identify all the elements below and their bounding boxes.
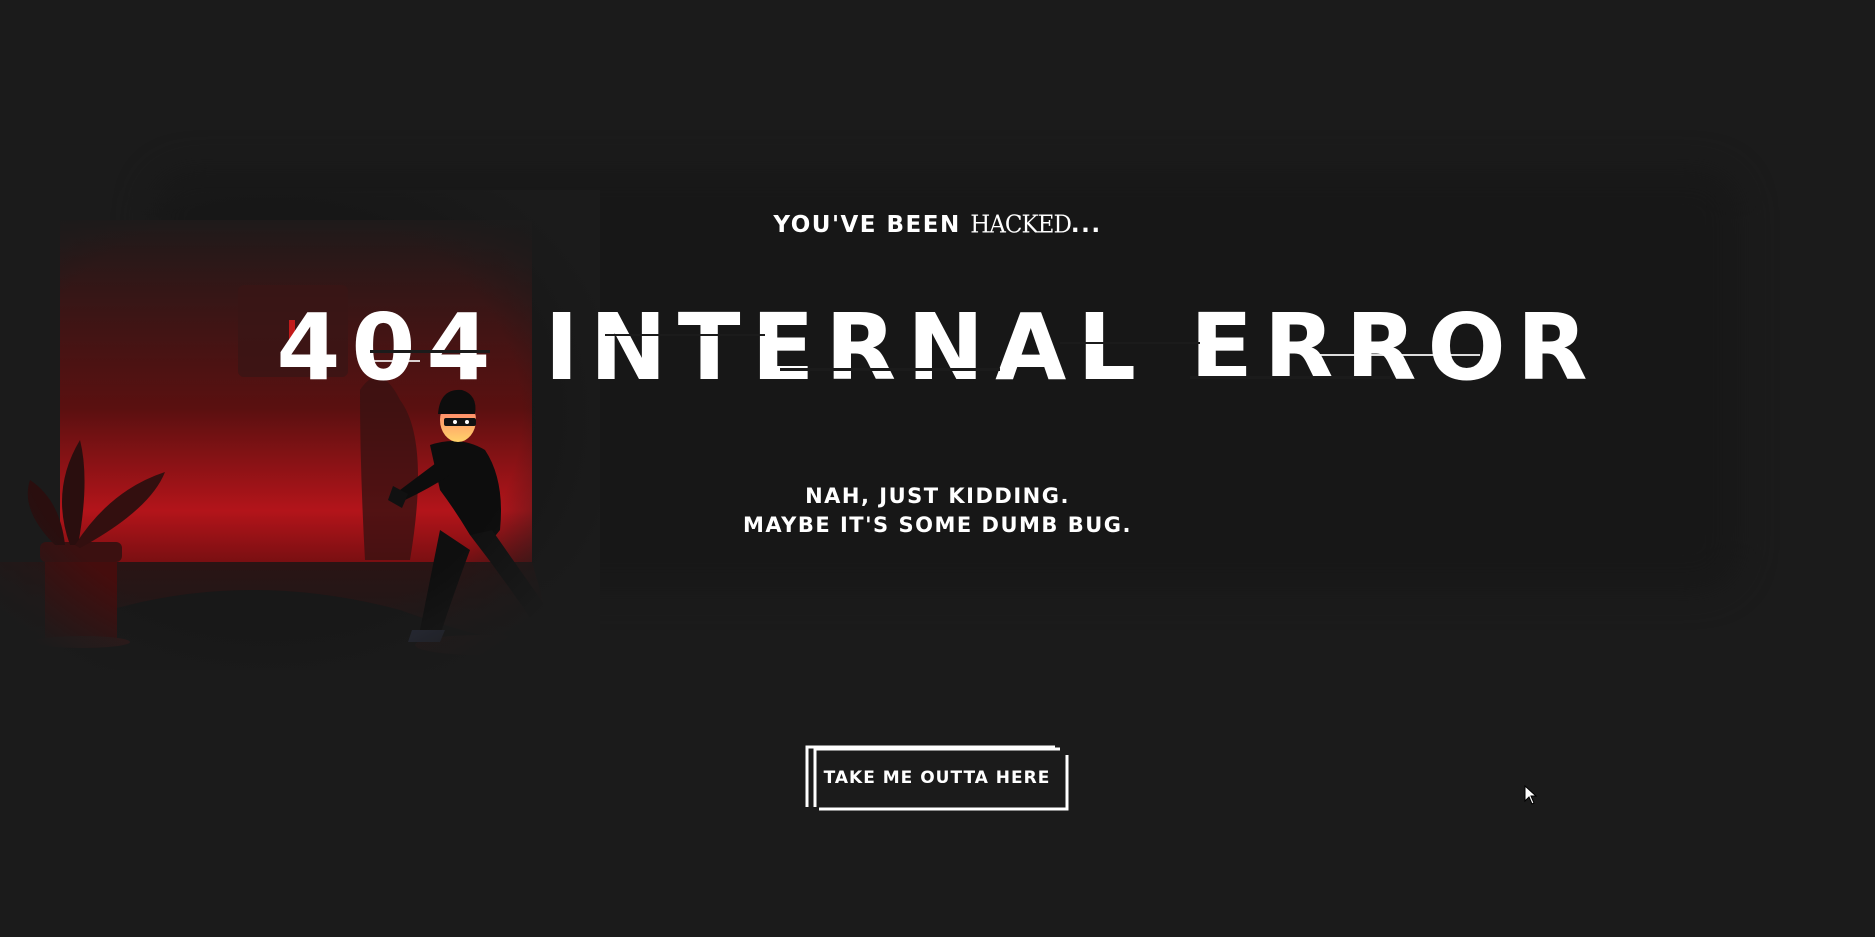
error-headline: 404 INTERNAL ERROR bbox=[276, 294, 1599, 401]
kicker-suffix: ... bbox=[1070, 212, 1102, 238]
hacker-illustration bbox=[0, 190, 600, 690]
subtext-line-2: MAYBE IT'S SOME DUMB BUG. bbox=[742, 513, 1132, 537]
kicker-glitch-word: HACKED bbox=[970, 211, 1072, 239]
kicker-prefix: YOU'VE BEEN bbox=[773, 212, 961, 238]
button-label: TAKE ME OUTTA HERE bbox=[823, 768, 1051, 788]
hacked-kicker: YOU'VE BEEN HACKED... bbox=[0, 211, 1875, 239]
mouse-pointer-icon bbox=[1524, 785, 1538, 805]
error-subtext: NAH, JUST KIDDING. MAYBE IT'S SOME DUMB … bbox=[0, 482, 1875, 540]
subtext-line-1: NAH, JUST KIDDING. bbox=[805, 484, 1070, 508]
error-page: YOU'VE BEEN HACKED... 404 INTERNAL ERROR… bbox=[0, 0, 1875, 937]
take-me-out-button[interactable]: TAKE ME OUTTA HERE bbox=[805, 745, 1069, 811]
